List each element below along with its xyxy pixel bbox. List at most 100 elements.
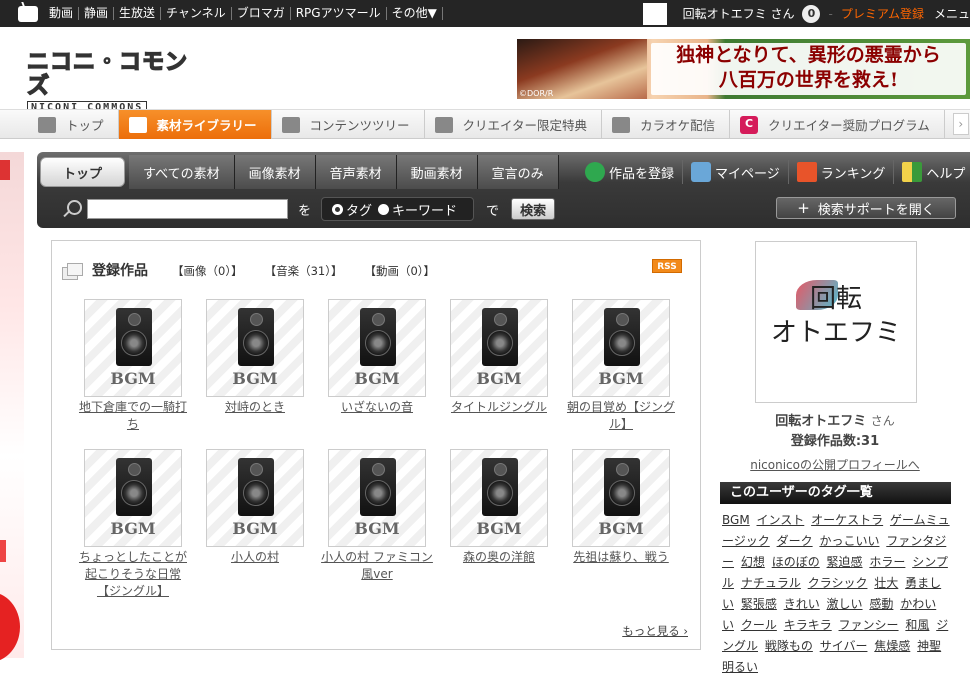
work-thumbnail[interactable]: BGM — [450, 299, 548, 397]
cat-content-tree[interactable]: コンテンツツリー — [272, 110, 425, 139]
user-tag[interactable]: 緊迫感 — [827, 555, 863, 569]
catnav-next-button[interactable]: › — [952, 113, 969, 135]
user-tag[interactable]: 焦燥感 — [874, 639, 910, 653]
work-title-link[interactable]: ちょっとしたことが起こりそうな日常【ジングル】 — [74, 549, 192, 600]
search-button[interactable]: 検索 — [511, 198, 556, 220]
ad-banner[interactable]: 独神となりて、異形の悪霊から 八百万の世界を救え! ©DOR/R — [517, 39, 970, 99]
user-tag[interactable]: ホラー — [869, 555, 905, 569]
search-input[interactable] — [87, 199, 288, 219]
work-item[interactable]: BGM 地下倉庫での一騎打ち — [74, 299, 192, 433]
global-nav-channel[interactable]: チャンネル — [161, 7, 232, 20]
work-title-link[interactable]: 対峙のとき — [196, 399, 314, 416]
user-avatar-icon[interactable] — [642, 2, 667, 25]
global-nav-rpg-atsumaru[interactable]: RPGアツマール — [291, 7, 387, 20]
cat-karaoke[interactable]: カラオケ配信 — [602, 110, 731, 139]
user-tag[interactable]: 和風 — [905, 618, 929, 632]
user-tag[interactable]: きれい — [784, 597, 820, 611]
tab-all-materials[interactable]: すべての素材 — [129, 155, 235, 189]
work-thumbnail[interactable]: BGM — [572, 299, 670, 397]
filter-video[interactable]: 【動画（0）】 — [364, 263, 435, 279]
work-thumbnail[interactable]: BGM — [450, 449, 548, 547]
mypage-button[interactable]: マイページ — [683, 160, 789, 184]
user-tag[interactable]: 戦隊もの — [765, 639, 813, 653]
user-name[interactable]: 回転オトエフミ さん — [683, 5, 795, 22]
work-thumbnail[interactable]: BGM — [572, 449, 670, 547]
work-thumbnail[interactable]: BGM — [328, 299, 426, 397]
notification-badge[interactable]: 0 — [802, 4, 821, 23]
cat-material-library[interactable]: 素材ライブラリー — [118, 110, 272, 139]
user-tag[interactable]: ダーク — [777, 534, 813, 548]
register-work-button[interactable]: 作品を登録 — [577, 160, 684, 184]
work-title-link[interactable]: 朝の目覚め【ジングル】 — [562, 399, 680, 433]
work-item[interactable]: BGM 朝の目覚め【ジングル】 — [562, 299, 680, 433]
work-thumbnail[interactable]: BGM — [84, 299, 182, 397]
user-tag[interactable]: 緊張感 — [741, 597, 777, 611]
user-tag[interactable]: サイバー — [820, 639, 868, 653]
work-thumbnail[interactable]: BGM — [206, 449, 304, 547]
user-tag[interactable]: 壮大 — [874, 576, 898, 590]
work-item[interactable]: BGM 先祖は蘇り、戦う — [562, 449, 680, 566]
work-title-link[interactable]: 地下倉庫での一騎打ち — [74, 399, 192, 433]
work-title-link[interactable]: 小人の村 ファミコン風ver — [318, 549, 436, 583]
tab-video-materials[interactable]: 動画素材 — [396, 155, 478, 189]
rss-icon[interactable]: RSS — [652, 259, 682, 273]
ranking-button[interactable]: ランキング — [789, 160, 895, 184]
filter-image[interactable]: 【画像（0）】 — [172, 263, 243, 279]
user-tag[interactable]: キラキラ — [784, 618, 832, 632]
tab-audio-materials[interactable]: 音声素材 — [315, 155, 397, 189]
global-nav-other[interactable]: その他▼ — [387, 7, 443, 20]
see-more-link[interactable]: もっと見る › — [622, 623, 688, 639]
work-thumbnail[interactable]: BGM — [84, 449, 182, 547]
global-nav-seiga[interactable]: 静画 — [79, 7, 115, 20]
tab-top[interactable]: トップ — [40, 157, 126, 187]
user-tag[interactable]: ほのぼの — [772, 555, 820, 569]
public-profile-link[interactable]: niconicoの公開プロフィールへ — [720, 456, 950, 473]
global-nav-live[interactable]: 生放送 — [114, 7, 162, 20]
speaker-icon — [116, 308, 152, 366]
cat-creator-benefits[interactable]: クリエイター限定特典 — [425, 110, 603, 139]
user-tag[interactable]: クール — [741, 618, 777, 632]
global-nav-blomaga[interactable]: ブロマガ — [232, 7, 291, 20]
menu-link[interactable]: メニュ — [934, 5, 970, 22]
work-thumbnail[interactable]: BGM — [328, 449, 426, 547]
user-tag[interactable]: かっこいい — [819, 534, 879, 548]
user-tag[interactable]: 幻想 — [741, 555, 765, 569]
work-item[interactable]: BGM 森の奥の洋館 — [440, 449, 558, 566]
filter-music[interactable]: 【音楽（31）】 — [265, 263, 343, 279]
tab-image-materials[interactable]: 画像素材 — [234, 155, 316, 189]
work-title-link[interactable]: いざないの音 — [318, 399, 436, 416]
radio-tag[interactable]: タグ — [332, 200, 372, 219]
user-tag[interactable]: 神聖 — [917, 639, 941, 653]
work-title-link[interactable]: 先祖は蘇り、戦う — [562, 549, 680, 566]
work-item[interactable]: BGM ちょっとしたことが起こりそうな日常【ジングル】 — [74, 449, 192, 600]
user-tag[interactable]: インスト — [757, 513, 805, 527]
user-tag[interactable]: オーケストラ — [811, 513, 883, 527]
user-tag[interactable]: ナチュラル — [741, 576, 801, 590]
user-tag[interactable]: クラシック — [808, 576, 868, 590]
niconico-tv-icon[interactable] — [18, 5, 38, 22]
user-tag[interactable]: 感動 — [869, 597, 893, 611]
global-nav-douga[interactable]: 動画 — [44, 7, 80, 20]
user-tag[interactable]: 明るい — [722, 660, 758, 674]
niconi-commons-logo[interactable]: ニコニ・コモンズ NICONI COMMONS — [26, 50, 207, 114]
cat-top[interactable]: トップ — [0, 110, 119, 139]
user-tag[interactable]: ファンシー — [839, 618, 899, 632]
user-tag[interactable]: BGM — [722, 513, 750, 527]
work-item[interactable]: BGM タイトルジングル — [440, 299, 558, 416]
search-support-button[interactable]: + 検索サポートを開く — [776, 197, 956, 219]
premium-register-link[interactable]: プレミアム登録 — [841, 5, 924, 22]
work-item[interactable]: BGM 小人の村 — [196, 449, 314, 566]
work-thumbnail[interactable]: BGM — [206, 299, 304, 397]
work-item[interactable]: BGM いざないの音 — [318, 299, 436, 416]
profile-image[interactable]: 回転 オトエフミ — [755, 241, 917, 403]
tab-declaration-only[interactable]: 宣言のみ — [477, 155, 559, 189]
work-item[interactable]: BGM 対峙のとき — [196, 299, 314, 416]
work-title-link[interactable]: 小人の村 — [196, 549, 314, 566]
help-button[interactable]: ヘルプ — [894, 160, 970, 184]
work-item[interactable]: BGM 小人の村 ファミコン風ver — [318, 449, 436, 583]
work-title-link[interactable]: 森の奥の洋館 — [440, 549, 558, 566]
work-title-link[interactable]: タイトルジングル — [440, 399, 558, 416]
cat-creator-program[interactable]: C クリエイター奨励プログラム — [730, 110, 945, 139]
user-tag[interactable]: 激しい — [827, 597, 863, 611]
radio-keyword[interactable]: キーワード — [378, 200, 457, 219]
